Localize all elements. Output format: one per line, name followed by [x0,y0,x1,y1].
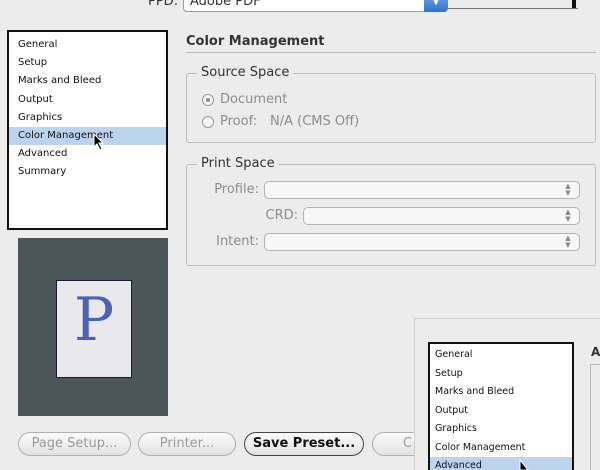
proof-radio[interactable] [202,116,214,128]
ppd-label: PPD: [148,0,179,9]
overlay-item-setup[interactable]: Setup [430,365,572,384]
document-radio[interactable] [202,94,214,106]
top-edge-marker [572,0,576,8]
category-item-marks-and-bleed[interactable]: Marks and Bleed [9,72,166,90]
mouse-pointer-icon [93,133,105,151]
proof-value: N/A (CMS Off) [270,114,360,129]
ppd-dropdown-arrow-icon[interactable]: ▼ [424,0,448,12]
save-preset-button[interactable]: Save Preset... [244,432,364,456]
profile-select[interactable]: ▲ ▼ [264,181,580,199]
overlay-category-list[interactable]: General Setup Marks and Bleed Output Gra… [428,342,574,470]
category-item-color-management[interactable]: Color Management [9,126,166,146]
source-space-group [186,73,596,143]
preview-letter: P [73,285,115,355]
page-setup-button[interactable]: Page Setup... [18,432,131,456]
source-space-title: Source Space [197,65,294,80]
print-preview: P [18,238,168,416]
updown-arrows-icon: ▲ ▼ [565,234,571,249]
overlay-item-general[interactable]: General [430,346,572,365]
ppd-select[interactable]: Adobe PDF [183,0,447,12]
overlay-item-output[interactable]: Output [430,402,572,421]
proof-radio-label: Proof: [220,114,258,129]
category-list[interactable]: General Setup Marks and Bleed Output Gra… [7,30,168,230]
overlay-item-advanced[interactable]: Advanced [430,457,572,470]
overlay-item-marks-and-bleed[interactable]: Marks and Bleed [430,383,572,402]
top-edge-fragment [448,0,578,9]
category-item-summary[interactable]: Summary [9,163,166,181]
category-item-output[interactable]: Output [9,91,166,109]
intent-label: Intent: [216,234,259,249]
document-radio-label: Document [220,92,288,107]
updown-arrows-icon: ▲ ▼ [565,208,571,223]
category-item-general[interactable]: General [9,36,166,54]
overlay-item-color-management[interactable]: Color Management [430,439,572,458]
category-item-setup[interactable]: Setup [9,54,166,72]
crd-label: CRD: [265,208,299,223]
overlay-right-header: A [591,345,600,359]
crd-select[interactable]: ▲ ▼ [303,207,580,225]
overlay-header-rule [591,364,600,365]
category-item-advanced[interactable]: Advanced [9,145,166,163]
page-title: Color Management [186,34,325,49]
updown-arrows-icon: ▲ ▼ [565,182,571,197]
profile-label: Profile: [214,182,259,197]
print-space-title: Print Space [197,156,279,171]
overlay-item-graphics[interactable]: Graphics [430,420,572,439]
title-divider [186,52,596,53]
category-item-graphics[interactable]: Graphics [9,109,166,127]
overlay-panel-edge [590,364,591,470]
overlay-mouse-pointer-icon [519,459,529,470]
printer-button[interactable]: Printer... [138,432,236,456]
overlay-dialog-fragment: General Setup Marks and Bleed Output Gra… [414,318,600,470]
intent-select[interactable]: ▲ ▼ [264,233,580,251]
preview-page: P [56,280,132,378]
